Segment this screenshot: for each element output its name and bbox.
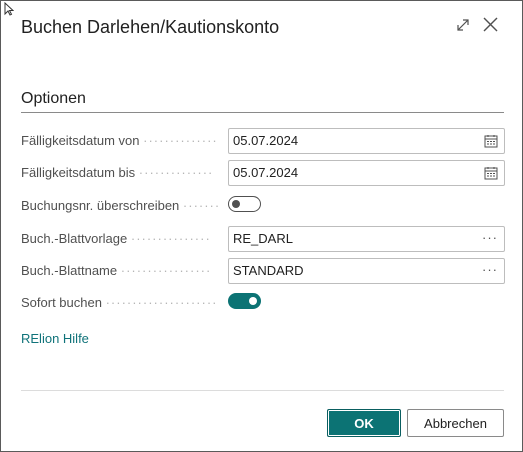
- field-label-faellig-bis: Fälligkeitsdatum bis ··············: [21, 165, 214, 180]
- faellig-bis-value: 05.07.2024: [233, 165, 299, 180]
- expand-button[interactable]: [452, 15, 474, 39]
- section-title: Optionen: [21, 90, 86, 107]
- section-divider: [21, 112, 504, 113]
- field-label-faellig-von: Fälligkeitsdatum von ··············: [21, 133, 218, 148]
- field-row-buchungsnr: Buchungsnr. überschreiben ·········: [21, 193, 505, 219]
- close-button[interactable]: [479, 15, 501, 39]
- field-label-sofort: Sofort buchen ·····················: [21, 295, 218, 310]
- field-row-blattvorlage: Buch.-Blattvorlage ··············· RE_DA…: [21, 226, 505, 252]
- help-link[interactable]: RElion Hilfe: [21, 331, 89, 346]
- blattname-value: STANDARD: [233, 263, 304, 278]
- expand-icon: [456, 18, 470, 37]
- field-label-blattvorlage: Buch.-Blattvorlage ···············: [21, 231, 211, 246]
- blattvorlage-input[interactable]: RE_DARL ···: [228, 226, 505, 252]
- cursor-icon: [4, 1, 15, 21]
- blattname-input[interactable]: STANDARD ···: [228, 258, 505, 284]
- field-row-faellig-von: Fälligkeitsdatum von ·············· 05.0…: [21, 128, 505, 154]
- close-icon: [483, 17, 498, 37]
- field-row-faellig-bis: Fälligkeitsdatum bis ·············· 05.0…: [21, 160, 505, 186]
- calendar-icon[interactable]: [483, 133, 499, 149]
- toggle-knob: [232, 200, 240, 208]
- field-row-sofort: Sofort buchen ·····················: [21, 290, 505, 316]
- faellig-von-input[interactable]: 05.07.2024: [228, 128, 505, 154]
- faellig-bis-input[interactable]: 05.07.2024: [228, 160, 505, 186]
- ellipsis-icon[interactable]: ···: [482, 259, 498, 281]
- calendar-icon[interactable]: [483, 165, 499, 181]
- cancel-button[interactable]: Abbrechen: [407, 409, 504, 437]
- blattvorlage-value: RE_DARL: [233, 231, 293, 246]
- field-row-blattname: Buch.-Blattname ················· STANDA…: [21, 258, 505, 284]
- dialog-window: Buchen Darlehen/Kautionskonto Optionen F…: [0, 0, 523, 452]
- footer-divider: [21, 390, 504, 391]
- field-label-buchungsnr: Buchungsnr. überschreiben ·········: [21, 198, 221, 213]
- dialog-title: Buchen Darlehen/Kautionskonto: [21, 17, 280, 37]
- buchungsnr-toggle[interactable]: [228, 196, 261, 212]
- field-label-blattname: Buch.-Blattname ·················: [21, 263, 212, 278]
- ok-button[interactable]: OK: [327, 409, 401, 437]
- faellig-von-value: 05.07.2024: [233, 133, 299, 148]
- sofort-buchen-toggle[interactable]: [228, 293, 261, 309]
- ellipsis-icon[interactable]: ···: [482, 227, 498, 249]
- toggle-knob: [249, 297, 257, 305]
